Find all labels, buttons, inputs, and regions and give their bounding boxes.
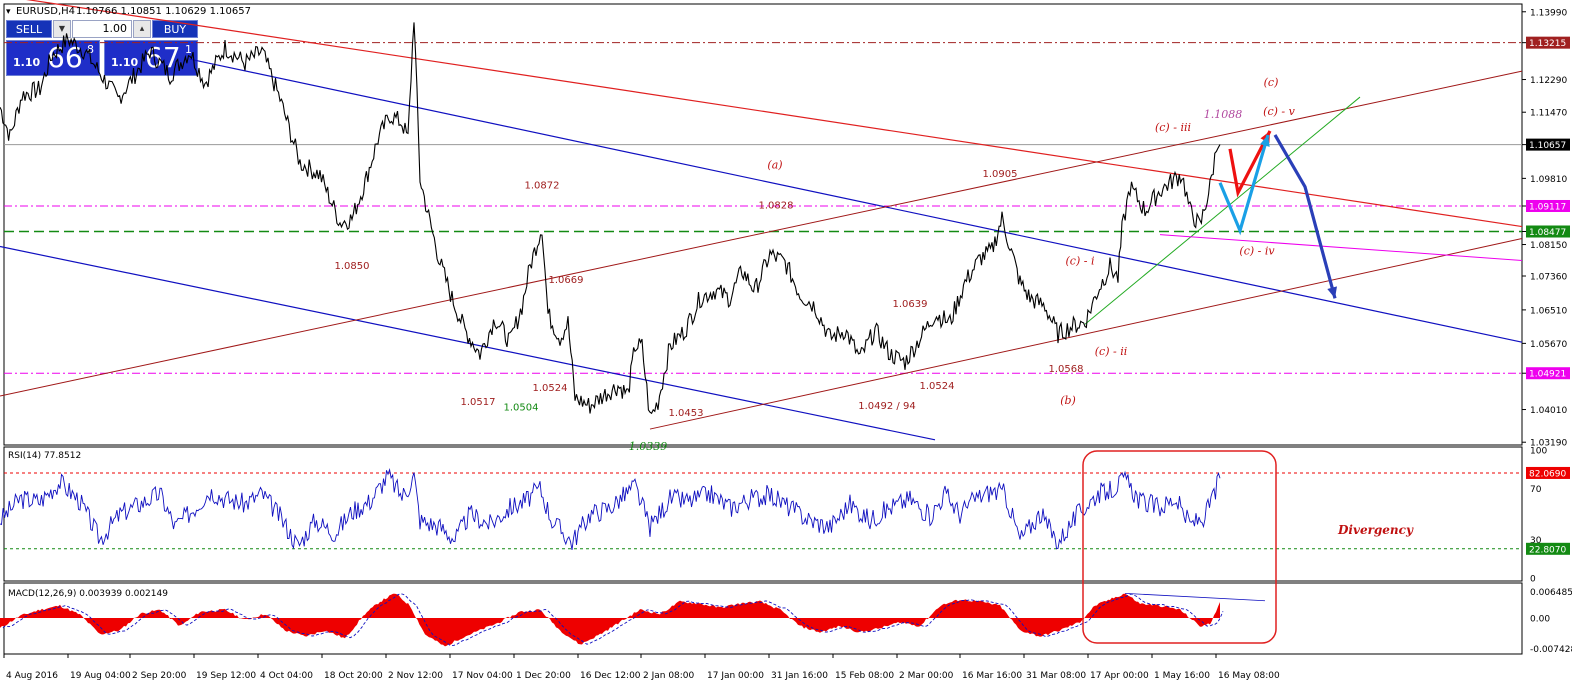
- time-tick-label: 31 Jan 16:00: [771, 671, 828, 681]
- wave-annotation: 1.0524: [920, 381, 955, 392]
- macd-label: MACD(12,26,9) 0.003939 0.002149: [8, 589, 168, 599]
- macd-divergence-line: [1124, 592, 1266, 602]
- macd-tick-label: 0.00: [1530, 614, 1550, 624]
- wave-annotation: 1.0639: [893, 299, 928, 310]
- wave-annotation: 1.0504: [504, 403, 539, 414]
- time-tick-label: 1 Dec 20:00: [516, 671, 571, 681]
- wave-annotation: 1.0492 / 94: [858, 401, 915, 412]
- rsi-pane-frame: [3, 446, 1523, 582]
- price-series: [0, 22, 1221, 415]
- time-tick-label: 16 May 08:00: [1218, 671, 1280, 681]
- time-tick-label: 4 Oct 04:00: [260, 671, 313, 681]
- wave-annotation: (b): [1060, 394, 1076, 407]
- time-tick-label: 16 Dec 12:00: [580, 671, 641, 681]
- time-tick-label: 18 Oct 20:00: [324, 671, 383, 681]
- wave-annotation: (c) - iv: [1239, 244, 1275, 257]
- wave-annotation: (c) - ii: [1095, 345, 1128, 358]
- wave-annotation: (c) - iii: [1155, 121, 1191, 134]
- trendline: [1159, 234, 1523, 261]
- pane-frames: [3, 3, 1523, 655]
- trendline: [0, 70, 1523, 397]
- time-tick-label: 31 Mar 08:00: [1026, 671, 1086, 681]
- macd-tick-label: 0.006485: [1530, 588, 1572, 598]
- wave-annotation: 1.0669: [549, 275, 584, 286]
- time-tick-label: 19 Sep 12:00: [196, 671, 256, 681]
- main-pane-frame: [3, 3, 1523, 446]
- price-tick-label: 1.12290: [1530, 76, 1567, 86]
- wave-annotation: (c) - v: [1263, 105, 1295, 118]
- wave-annotation: 1.1298: [400, 0, 435, 3]
- wave-annotation: 1.0339: [629, 440, 668, 453]
- wave-annotation: 1.0850: [335, 261, 370, 272]
- time-tick-label: 2 Jan 08:00: [643, 671, 695, 681]
- time-tick-label: 4 Aug 2016: [6, 671, 58, 681]
- price-tick-label: 1.13990: [1530, 8, 1567, 18]
- divergence-label: Divergency: [1337, 523, 1414, 537]
- rsi-tick-label: 0: [1530, 575, 1536, 585]
- time-tick-label: 17 Jan 00:00: [707, 671, 764, 681]
- time-tick-label: 16 Mar 16:00: [962, 671, 1022, 681]
- macd-pane-frame: [3, 582, 1523, 655]
- window-header: ▾ EURUSD,H4 1.10766 1.10851 1.10629 1.10…: [6, 6, 251, 17]
- trendlines: [0, 0, 1523, 441]
- time-tick-label: 2 Mar 00:00: [899, 671, 954, 681]
- price-tag-label: 1.13215: [1529, 39, 1566, 49]
- time-tick-label: 15 Feb 08:00: [835, 671, 894, 681]
- wave-annotation: (c) - i: [1066, 254, 1095, 267]
- wave-annotation: 1.0905: [983, 169, 1018, 180]
- rsi-tick-label: 100: [1530, 447, 1547, 457]
- price-tick-label: 1.09810: [1530, 175, 1567, 185]
- time-tick-label: 2 Sep 20:00: [132, 671, 187, 681]
- time-tick-label: 2 Nov 12:00: [388, 671, 443, 681]
- price-tick-label: 1.05670: [1530, 340, 1567, 350]
- forecast-arrows: [1218, 130, 1337, 299]
- rsi-tick-label: 70: [1530, 485, 1542, 495]
- wave-annotation: (a): [767, 158, 782, 171]
- chart-window[interactable]: 1.1298 1.0872 1.0828 1.0905 1.0850 1.0669 1.06…: [0, 0, 1572, 688]
- chart-ohlc: 1.10766 1.10851 1.10629 1.10657: [76, 6, 251, 17]
- macd-pane: MACD(12,26,9) 0.003939 0.002149 0.006485 0…: [0, 588, 1572, 655]
- chart-title-icon: ▾: [6, 7, 11, 17]
- wave-annotation: 1.0568: [1049, 364, 1084, 375]
- price-tick-label: 1.11470: [1530, 109, 1567, 119]
- wave-annotation: 1.0524: [533, 383, 568, 394]
- time-tick-label: 17 Apr 00:00: [1090, 671, 1149, 681]
- time-tick-label: 19 Aug 04:00: [70, 671, 131, 681]
- wave-annotation: 1.0872: [525, 181, 560, 192]
- time-tick-label: 1 May 16:00: [1154, 671, 1210, 681]
- macd-histogram: [0, 593, 1220, 647]
- price-tag-label: 1.08477: [1529, 228, 1566, 238]
- rsi-level-tag-label: 82.0690: [1529, 469, 1566, 479]
- price-tag-label: 1.10657: [1529, 141, 1566, 151]
- rsi-level-tag-label: 22.8070: [1529, 545, 1566, 555]
- wave-annotation: 1.0828: [759, 201, 794, 212]
- rsi-pane: RSI(14) 77.8512 1007030082.069022.8070: [0, 447, 1570, 585]
- macd-tick-label: -0.007428: [1530, 645, 1572, 655]
- time-axis: 4 Aug 2016 19 Aug 04:00 2 Sep 20:00 19 Sep …: [3, 654, 1280, 681]
- rsi-series: [0, 467, 1221, 550]
- wave-annotation: 1.0453: [669, 408, 704, 419]
- price-tag-label: 1.09117: [1529, 202, 1566, 212]
- chart-symbol: EURUSD,H4: [16, 6, 75, 17]
- price-tag-label: 1.04921: [1529, 370, 1566, 380]
- price-tick-label: 1.04010: [1530, 406, 1567, 416]
- price-tags: 1.13215 1.10657 1.09117 1.08477 1.04921: [1526, 36, 1570, 380]
- wave-annotation: 1.1088: [1204, 108, 1243, 121]
- time-tick-label: 17 Nov 04:00: [452, 671, 513, 681]
- rsi-label: RSI(14) 77.8512: [8, 451, 81, 461]
- price-tick-label: 1.08150: [1530, 241, 1567, 251]
- wave-annotation: 1.0517: [461, 397, 496, 408]
- wave-annotation: (c): [1264, 76, 1279, 89]
- price-tick-label: 1.07360: [1530, 273, 1567, 283]
- price-tick-label: 1.06510: [1530, 306, 1567, 316]
- trendline: [189, 58, 1523, 343]
